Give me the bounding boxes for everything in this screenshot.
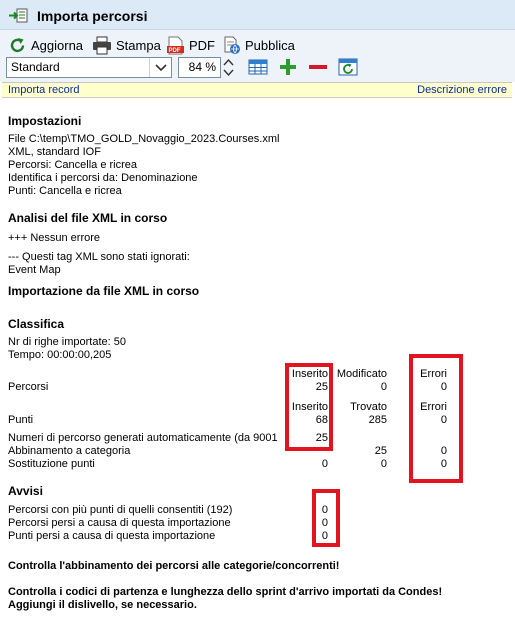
notice-category-check: Controlla l'abbinamento dei percorsi all… xyxy=(8,560,340,572)
zoom-input[interactable]: 84 % xyxy=(178,57,221,78)
col-header-found: Trovato xyxy=(350,401,387,413)
settings-line: XML, standard IOF xyxy=(8,146,101,158)
settings-heading: Impostazioni xyxy=(8,114,82,128)
warnings-heading: Avvisi xyxy=(8,484,43,498)
settings-line: Percorsi: Cancella e ricrea xyxy=(8,159,137,171)
view-select[interactable]: Standard xyxy=(6,57,172,78)
printer-icon xyxy=(93,36,111,54)
warning-row-label: Punti persi a causa di questa importazio… xyxy=(8,530,216,542)
substitution-row-label: Sostituzione punti xyxy=(8,458,95,470)
add-icon[interactable] xyxy=(278,58,298,76)
print-button[interactable]: Stampa xyxy=(92,34,161,56)
app-import-icon xyxy=(9,8,28,23)
courses-row-label: Percorsi xyxy=(8,381,49,393)
substitution-inserted: 0 xyxy=(321,458,328,470)
import-heading: Importazione da file XML in corso xyxy=(8,284,200,298)
publish-button[interactable]: Pubblica xyxy=(222,34,295,56)
publish-icon xyxy=(224,36,240,54)
title-bar: Importa percorsi xyxy=(0,0,515,30)
elapsed-time: Tempo: 00:00:00,205 xyxy=(8,349,112,361)
rows-imported: Nr di righe importate: 50 xyxy=(8,336,126,348)
pdf-button[interactable]: PDF PDF xyxy=(166,34,215,56)
courses-modified: 0 xyxy=(380,381,387,393)
settings-line: File C:\temp\TMO_GOLD_Novaggio_2023.Cour… xyxy=(8,133,280,145)
settings-line: Identifica i percorsi da: Denominazione xyxy=(8,172,198,184)
refresh-icon xyxy=(10,37,25,52)
analysis-ignored-tags: --- Questi tag XML sono stati ignorati: xyxy=(8,251,190,263)
spin-up-icon[interactable] xyxy=(222,57,235,67)
points-row-label: Punti xyxy=(8,414,34,426)
pdf-label: PDF xyxy=(189,37,215,53)
warning-row-label: Percorsi con più punti di quelli consent… xyxy=(8,504,233,516)
category-found: 25 xyxy=(374,445,387,457)
chevron-down-icon[interactable] xyxy=(149,58,171,77)
spin-down-icon[interactable] xyxy=(222,68,235,78)
view-select-value: Standard xyxy=(11,60,60,74)
analysis-no-error: +++ Nessun errore xyxy=(8,232,101,244)
substitution-found: 0 xyxy=(380,458,387,470)
publish-label: Pubblica xyxy=(245,37,295,53)
analysis-ignored-list: Event Map xyxy=(8,264,61,276)
generated-row-label: Numeri di percorso generati automaticame… xyxy=(8,432,278,444)
points-found: 285 xyxy=(368,414,387,426)
highlight-warnings-values xyxy=(312,489,340,547)
print-label: Stampa xyxy=(116,37,161,53)
pdf-icon: PDF xyxy=(167,36,184,54)
warning-row-label: Percorsi persi a causa di questa importa… xyxy=(8,517,231,529)
info-bar: Importa record Descrizione errore xyxy=(2,82,512,98)
zoom-value: 84 % xyxy=(188,60,216,74)
window-refresh-icon[interactable] xyxy=(338,58,358,76)
notice-start-codes: Controlla i codici di partenza e lunghez… xyxy=(8,586,443,598)
category-row-label: Abbinamento a categoria xyxy=(8,445,131,457)
highlight-inserted-column xyxy=(285,363,333,451)
zoom-spinner[interactable] xyxy=(222,57,235,78)
svg-text:PDF: PDF xyxy=(169,48,181,54)
window-title: Importa percorsi xyxy=(37,8,148,24)
ranking-heading: Classifica xyxy=(8,317,65,331)
report-body: Impostazioni File C:\temp\TMO_GOLD_Novag… xyxy=(0,98,515,625)
table-icon[interactable] xyxy=(248,58,268,76)
analysis-heading: Analisi del file XML in corso xyxy=(8,211,168,225)
settings-line: Punti: Cancella e ricrea xyxy=(8,185,122,197)
import-record-link[interactable]: Importa record xyxy=(8,84,80,96)
remove-icon[interactable] xyxy=(308,58,328,76)
notice-elevation: Aggiungi il dislivello, se necessario. xyxy=(8,599,197,611)
highlight-errors-column xyxy=(409,354,463,483)
error-description-link[interactable]: Descrizione errore xyxy=(417,84,507,96)
col-header-modified: Modificato xyxy=(336,368,387,380)
refresh-label: Aggiorna xyxy=(31,37,84,53)
refresh-button[interactable]: Aggiorna xyxy=(8,34,83,56)
